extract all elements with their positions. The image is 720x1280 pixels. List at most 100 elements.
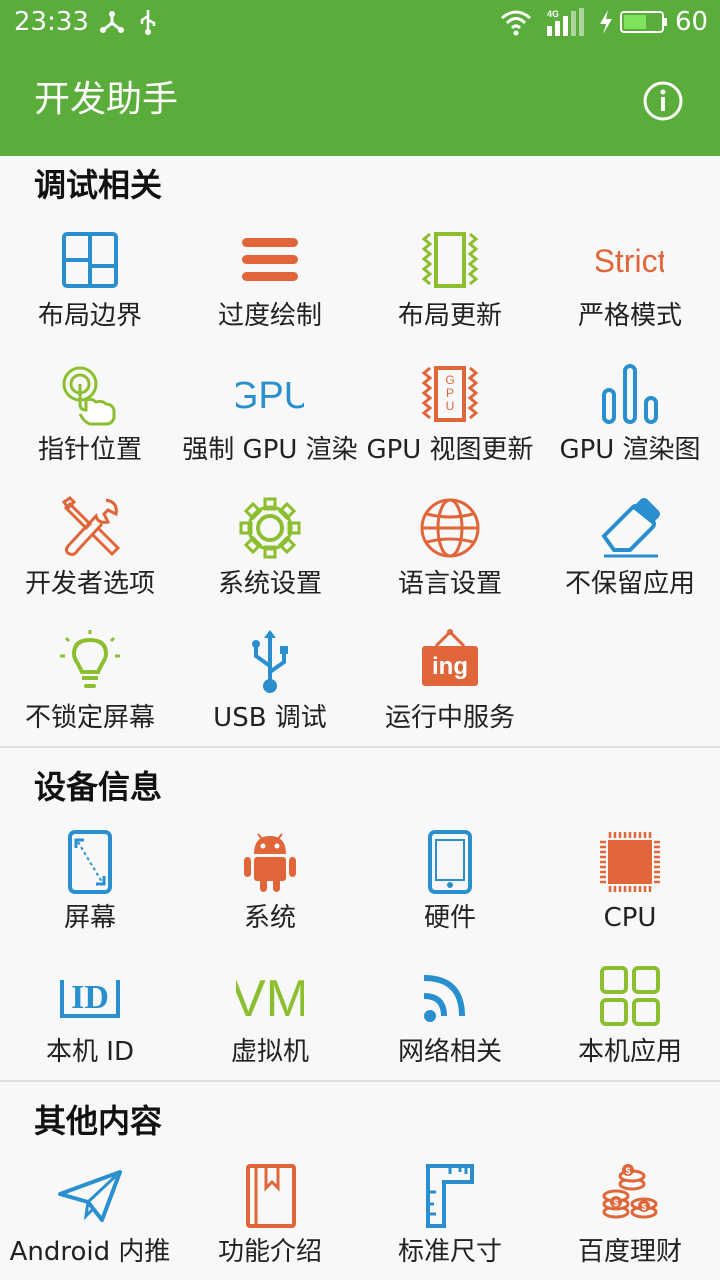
svg-text:U: U: [446, 399, 455, 413]
section-divider: [0, 1080, 720, 1082]
wifi-icon: [501, 10, 531, 36]
svg-text:P: P: [446, 386, 454, 400]
section-other: 其他内容 Android 内推 功能介绍 标准尺寸 $ $ $ 百度理财: [0, 1092, 720, 1280]
grid-item-label: GPU 视图更新: [366, 435, 534, 465]
grid-item-label: 过度绘制: [217, 301, 322, 331]
layout-bounds-icon: [62, 232, 118, 288]
share-icon: [100, 11, 124, 33]
grid-item-android[interactable]: 系统: [180, 816, 360, 950]
cpu-chip-icon: [600, 832, 660, 892]
grid-item-bookmark-book[interactable]: 功能介绍: [180, 1150, 360, 1280]
usb-icon: [252, 630, 288, 693]
grid-item-label: 强制 GPU 渲染: [182, 435, 358, 465]
lightbulb-icon: [60, 630, 120, 688]
grid-item-label: CPU: [603, 903, 657, 933]
section-debug: 调试相关 布局边界 过度绘制 布局更新 Strict 严格模式指针位置 GPU 强制 GPU…: [0, 156, 720, 746]
grid-item-globe[interactable]: 语言设置: [360, 482, 540, 616]
section-title: 调试相关: [34, 166, 163, 204]
layout-update-icon: [421, 232, 479, 288]
svg-text:VM: VM: [236, 970, 304, 1028]
svg-text:GPU: GPU: [236, 375, 304, 417]
grid-item-label: 指针位置: [37, 435, 142, 465]
section-title: 其他内容: [34, 1102, 163, 1140]
grid-item-usb[interactable]: USB 调试: [180, 616, 360, 750]
grid-item-pointer-location[interactable]: 指针位置: [0, 348, 180, 482]
vm-icon: VM: [236, 970, 304, 1028]
svg-text:Strict: Strict: [596, 243, 664, 279]
grid-item-label: 标准尺寸: [397, 1237, 502, 1267]
network-type-text: 4G: [547, 9, 559, 19]
overdraw-icon: [242, 238, 298, 281]
grid-item-label: 严格模式: [577, 301, 682, 331]
usb-status-icon: [140, 10, 156, 35]
status-time: 23:33: [14, 7, 89, 37]
running-services-icon: ing: [422, 629, 478, 686]
grid-item-strict-mode[interactable]: Strict 严格模式: [540, 214, 720, 348]
svg-text:G: G: [445, 373, 454, 387]
app-title: 开发助手: [34, 79, 179, 120]
gpu-render-bars-icon: [602, 364, 658, 424]
gpu-view-update-icon: GPU: [421, 366, 479, 422]
grid-item-label: 网络相关: [397, 1037, 502, 1067]
grid-item-label: GPU 渲染图: [559, 435, 701, 465]
battery-icon: [620, 11, 667, 33]
developer-tools-icon: [61, 496, 121, 557]
grid-item-running-services[interactable]: ing 运行中服务: [360, 616, 540, 750]
gear-icon: [239, 497, 301, 559]
grid-item-phone-hardware[interactable]: 硬件: [360, 816, 540, 950]
grid-item-label: 百度理财: [577, 1237, 682, 1267]
eraser-icon: [601, 498, 660, 558]
info-icon[interactable]: [642, 80, 684, 122]
grid-item-network[interactable]: 网络相关: [360, 950, 540, 1084]
grid-item-screen[interactable]: 屏幕: [0, 816, 180, 950]
grid-item-label: 屏幕: [63, 903, 116, 933]
grid-item-label: Android 内推: [9, 1237, 171, 1267]
device-id-icon: ID: [60, 979, 120, 1018]
grid-item-label: 布局更新: [397, 301, 502, 331]
phone-hardware-icon: [428, 830, 472, 894]
app-bar: 开发助手: [0, 44, 720, 156]
bookmark-book-icon: [246, 1164, 296, 1228]
grid-item-label: 硬件: [423, 903, 476, 933]
grid-item-gpu-render-bars[interactable]: GPU 渲染图: [540, 348, 720, 482]
grid-item-gpu-text[interactable]: GPU 强制 GPU 渲染: [180, 348, 360, 482]
grid-item-cpu-chip[interactable]: CPU: [540, 816, 720, 950]
grid-item-ruler[interactable]: 标准尺寸: [360, 1150, 540, 1280]
coins-icon: $ $ $: [602, 1164, 658, 1219]
grid-item-label: 布局边界: [37, 301, 142, 331]
grid-item-device-id[interactable]: ID 本机 ID: [0, 950, 180, 1084]
battery-level-text: 60: [675, 7, 709, 37]
svg-text:$: $: [641, 1202, 646, 1212]
grid-item-label: 不锁定屏幕: [24, 703, 155, 733]
grid-item-eraser[interactable]: 不保留应用: [540, 482, 720, 616]
grid-item-label: 语言设置: [397, 569, 502, 599]
grid-item-layout-bounds[interactable]: 布局边界: [0, 214, 180, 348]
grid-item-layout-update[interactable]: 布局更新: [360, 214, 540, 348]
globe-icon: [420, 498, 480, 558]
grid-item-label: 系统设置: [217, 569, 322, 599]
svg-text:ing: ing: [432, 653, 468, 680]
grid-item-label: 功能介绍: [217, 1237, 322, 1267]
gpu-text-icon: GPU: [236, 375, 304, 417]
ruler-icon: [426, 1164, 474, 1228]
grid-item-label: 系统: [243, 903, 296, 933]
grid-item-vm[interactable]: VM 虚拟机: [180, 950, 360, 1084]
signal-icon: 4G: [547, 8, 584, 36]
grid-item-coins[interactable]: $ $ $ 百度理财: [540, 1150, 720, 1280]
grid-item-developer-tools[interactable]: 开发者选项: [0, 482, 180, 616]
grid-item-apps-grid[interactable]: 本机应用: [540, 950, 720, 1084]
network-icon: [423, 975, 465, 1022]
grid-item-label: 开发者选项: [24, 569, 155, 599]
screen-icon: [68, 830, 112, 894]
grid-item-label: 虚拟机: [230, 1037, 309, 1067]
strict-mode-icon: Strict: [596, 243, 664, 279]
grid-item-label: 运行中服务: [384, 703, 515, 733]
grid-item-label: USB 调试: [213, 703, 327, 733]
grid-item-label: 不保留应用: [564, 569, 695, 599]
grid-item-lightbulb[interactable]: 不锁定屏幕: [0, 616, 180, 750]
grid-item-label: 本机应用: [577, 1037, 682, 1067]
grid-item-paper-plane[interactable]: Android 内推: [0, 1150, 180, 1280]
grid-item-overdraw[interactable]: 过度绘制: [180, 214, 360, 348]
grid-item-gpu-view-update[interactable]: G P U GPU 视图更新: [360, 348, 540, 482]
grid-item-gear[interactable]: 系统设置: [180, 482, 360, 616]
